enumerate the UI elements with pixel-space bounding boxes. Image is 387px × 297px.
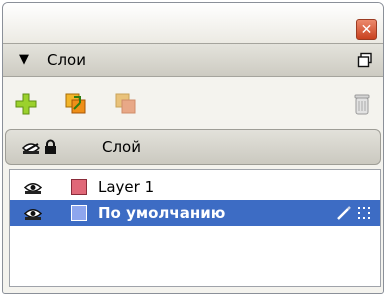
layer-color-swatch bbox=[71, 179, 87, 195]
panel-menu-icon[interactable] bbox=[357, 52, 373, 68]
move-to-layer-icon[interactable] bbox=[65, 93, 87, 115]
layers-list-header: Слой bbox=[5, 129, 381, 165]
layers-panel-window: ✕ ▼ Слои Слой Layer 1 По умолчанию bbox=[2, 2, 384, 294]
layer-name: Layer 1 bbox=[98, 178, 155, 196]
copy-to-layer-icon[interactable] bbox=[115, 93, 137, 115]
lock-icon[interactable] bbox=[44, 139, 57, 155]
add-layer-icon[interactable] bbox=[15, 93, 37, 115]
window-titlebar[interactable]: ✕ bbox=[3, 3, 383, 43]
layers-list: Layer 1 По умолчанию bbox=[9, 169, 381, 287]
layers-toolbar bbox=[3, 77, 383, 129]
panel-tab-bar[interactable]: ▼ Слои bbox=[3, 43, 383, 77]
layer-row-default[interactable]: По умолчанию bbox=[10, 200, 380, 226]
pencil-icon bbox=[337, 206, 351, 220]
layer-color-swatch bbox=[71, 205, 87, 221]
collapse-triangle-icon[interactable]: ▼ bbox=[19, 52, 29, 67]
visibility-eye-icon[interactable] bbox=[22, 141, 40, 155]
visibility-eye-icon[interactable] bbox=[24, 181, 42, 194]
close-button[interactable]: ✕ bbox=[356, 19, 377, 40]
drag-handle-icon[interactable] bbox=[356, 205, 372, 221]
layer-row-layer-1[interactable]: Layer 1 bbox=[10, 174, 380, 200]
delete-layer-icon[interactable] bbox=[351, 93, 373, 115]
panel-title: Слои bbox=[47, 51, 86, 69]
visibility-eye-icon[interactable] bbox=[24, 207, 42, 220]
layer-column-header: Слой bbox=[102, 138, 141, 156]
layer-name: По умолчанию bbox=[98, 204, 226, 222]
close-icon: ✕ bbox=[360, 21, 373, 38]
